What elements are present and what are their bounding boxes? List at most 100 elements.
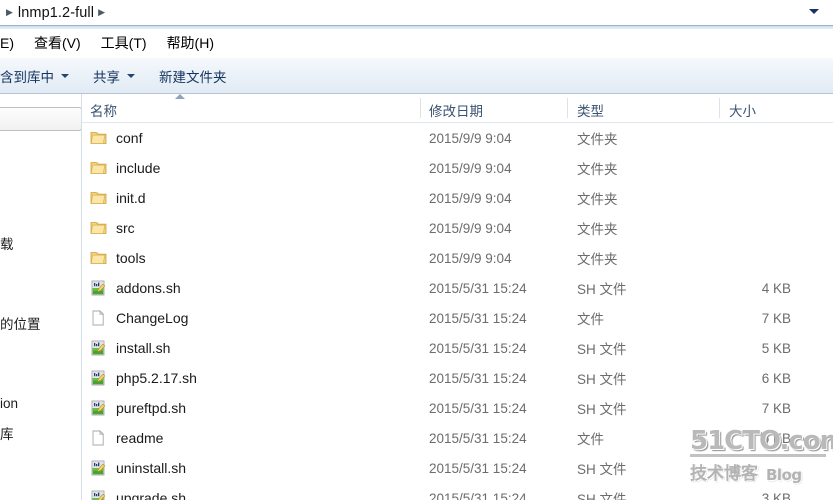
breadcrumb-segment-lnmp[interactable]: lnmp1.2-full: [18, 5, 94, 21]
cell-modified-date: 2015/5/31 15:24: [429, 460, 527, 476]
sidebar-item-subversion[interactable]: ion: [0, 396, 18, 411]
file-list: 名称 修改日期 类型 大小 conf 2015/9/9 9:04 文件夹 includ…: [82, 94, 833, 500]
cell-type: SH 文件: [577, 282, 627, 297]
menu-item-tools[interactable]: 工具(T): [91, 31, 157, 55]
address-bar[interactable]: ▶ lnmp1.2-full ▶: [0, 0, 833, 25]
navigation-pane[interactable]: 载 的位置 ion 库 号: [0, 94, 82, 500]
sh-file-icon: [90, 280, 107, 296]
column-divider[interactable]: [420, 98, 421, 118]
toolbar-new-folder-button[interactable]: 新建文件夹: [147, 66, 239, 86]
sh-file-icon: [90, 460, 107, 476]
cell-modified-date: 2015/5/31 15:24: [429, 400, 527, 416]
cell-type: SH 文件: [577, 402, 627, 417]
cell-size: [682, 453, 791, 483]
cell-name[interactable]: tools: [90, 243, 146, 273]
cell-name[interactable]: addons.sh: [90, 273, 181, 303]
file-name-label: init.d: [116, 190, 146, 206]
cell-size: [682, 123, 791, 153]
toolbar-new-folder-label: 新建文件夹: [159, 69, 227, 85]
cell-type: 文件夹: [577, 222, 618, 237]
table-row[interactable]: upgrade.sh 2015/5/31 15:24 SH 文件 3 KB: [82, 483, 833, 500]
cell-size: [682, 153, 791, 183]
cell-size: [682, 243, 791, 273]
sidebar-item-downloads[interactable]: 载: [0, 233, 14, 253]
cell-modified-date: 2015/9/9 9:04: [429, 130, 512, 146]
cell-modified-date: 2015/5/31 15:24: [429, 310, 527, 326]
folder-icon: [90, 190, 107, 206]
cell-type: 文件夹: [577, 252, 618, 267]
cell-size: 6 KB: [761, 370, 791, 386]
toolbar-include-in-library-label: 含到库中: [0, 69, 54, 85]
table-row[interactable]: install.sh 2015/5/31 15:24 SH 文件 5 KB: [82, 333, 833, 363]
cell-size: 7 KB: [761, 400, 791, 416]
table-row[interactable]: include 2015/9/9 9:04 文件夹: [82, 153, 833, 183]
file-rows: conf 2015/9/9 9:04 文件夹 include 2015/9/9 9:04…: [82, 123, 833, 500]
table-row[interactable]: tools 2015/9/9 9:04 文件夹: [82, 243, 833, 273]
explorer-window: ▶ lnmp1.2-full ▶ E) 查看(V) 工具(T) 帮助(H) 含到…: [0, 0, 833, 500]
column-divider[interactable]: [567, 98, 568, 118]
file-name-label: readme: [116, 430, 164, 446]
cell-size: 5 KB: [761, 340, 791, 356]
cell-modified-date: 2015/9/9 9:04: [429, 190, 512, 206]
column-header-row: 名称 修改日期 类型 大小: [82, 94, 833, 123]
toolbar-share-label: 共享: [93, 69, 120, 85]
table-row[interactable]: pureftpd.sh 2015/5/31 15:24 SH 文件 7 KB: [82, 393, 833, 423]
cell-name[interactable]: pureftpd.sh: [90, 393, 186, 423]
toolbar-share-button[interactable]: 共享: [81, 66, 147, 86]
cell-size: 4 KB: [761, 280, 791, 296]
sh-file-icon: [90, 490, 107, 500]
column-header-size[interactable]: 大小: [729, 100, 756, 120]
cell-name[interactable]: upgrade.sh: [90, 483, 186, 500]
command-toolbar: 含到库中 共享 新建文件夹: [0, 58, 833, 94]
cell-size: 7 KB: [761, 310, 791, 326]
cell-type: 文件夹: [577, 162, 618, 177]
table-row[interactable]: init.d 2015/9/9 9:04 文件夹: [82, 183, 833, 213]
cell-size: 3 KB: [761, 490, 791, 500]
cell-modified-date: 2015/5/31 15:24: [429, 340, 527, 356]
cell-name[interactable]: php5.2.17.sh: [90, 363, 197, 393]
cell-name[interactable]: conf: [90, 123, 142, 153]
table-row[interactable]: readme 2015/5/31 15:24 文件 6 KB: [82, 423, 833, 453]
table-row[interactable]: src 2015/9/9 9:04 文件夹: [82, 213, 833, 243]
file-name-label: addons.sh: [116, 280, 181, 296]
cell-name[interactable]: readme: [90, 423, 163, 453]
file-name-label: ChangeLog: [116, 310, 189, 326]
table-row[interactable]: addons.sh 2015/5/31 15:24 SH 文件 4 KB: [82, 273, 833, 303]
column-divider[interactable]: [719, 98, 720, 118]
sidebar-item-recent-places[interactable]: 的位置: [0, 313, 41, 333]
cell-type: SH 文件: [577, 492, 627, 500]
table-row[interactable]: conf 2015/9/9 9:04 文件夹: [82, 123, 833, 153]
cell-name[interactable]: install.sh: [90, 333, 170, 363]
menu-item-view[interactable]: 查看(V): [24, 31, 91, 55]
file-name-label: upgrade.sh: [116, 490, 187, 500]
menu-item-edit[interactable]: E): [0, 33, 24, 53]
cell-name[interactable]: src: [90, 213, 135, 243]
file-name-label: install.sh: [116, 340, 171, 356]
table-row[interactable]: ChangeLog 2015/5/31 15:24 文件 7 KB: [82, 303, 833, 333]
menu-bar[interactable]: E) 查看(V) 工具(T) 帮助(H): [0, 29, 833, 57]
breadcrumb[interactable]: ▶ lnmp1.2-full ▶: [0, 5, 110, 21]
column-header-type[interactable]: 类型: [577, 100, 604, 120]
chevron-down-icon: [127, 73, 135, 78]
cell-size: 6 KB: [761, 430, 791, 446]
cell-name[interactable]: uninstall.sh: [90, 453, 186, 483]
file-name-label: conf: [116, 130, 143, 146]
column-header-date[interactable]: 修改日期: [429, 100, 483, 120]
table-row[interactable]: php5.2.17.sh 2015/5/31 15:24 SH 文件 6 KB: [82, 363, 833, 393]
column-header-name[interactable]: 名称: [90, 100, 117, 120]
cell-name[interactable]: init.d: [90, 183, 146, 213]
sh-file-icon: [90, 370, 107, 386]
toolbar-include-in-library-button[interactable]: 含到库中: [0, 66, 81, 86]
cell-modified-date: 2015/5/31 15:24: [429, 370, 527, 386]
cell-name[interactable]: ChangeLog: [90, 303, 188, 333]
sidebar-item-library[interactable]: 库: [0, 423, 14, 443]
menu-item-help[interactable]: 帮助(H): [157, 31, 224, 55]
cell-modified-date: 2015/9/9 9:04: [429, 250, 512, 266]
cell-name[interactable]: include: [90, 153, 160, 183]
file-name-label: pureftpd.sh: [116, 400, 187, 416]
address-dropdown-icon[interactable]: [809, 9, 819, 14]
cell-type: 文件夹: [577, 132, 618, 147]
breadcrumb-chevron-icon[interactable]: ▶: [94, 8, 110, 17]
table-row[interactable]: uninstall.sh 2015/5/31 15:24 SH 文件: [82, 453, 833, 483]
search-input[interactable]: [0, 107, 81, 131]
